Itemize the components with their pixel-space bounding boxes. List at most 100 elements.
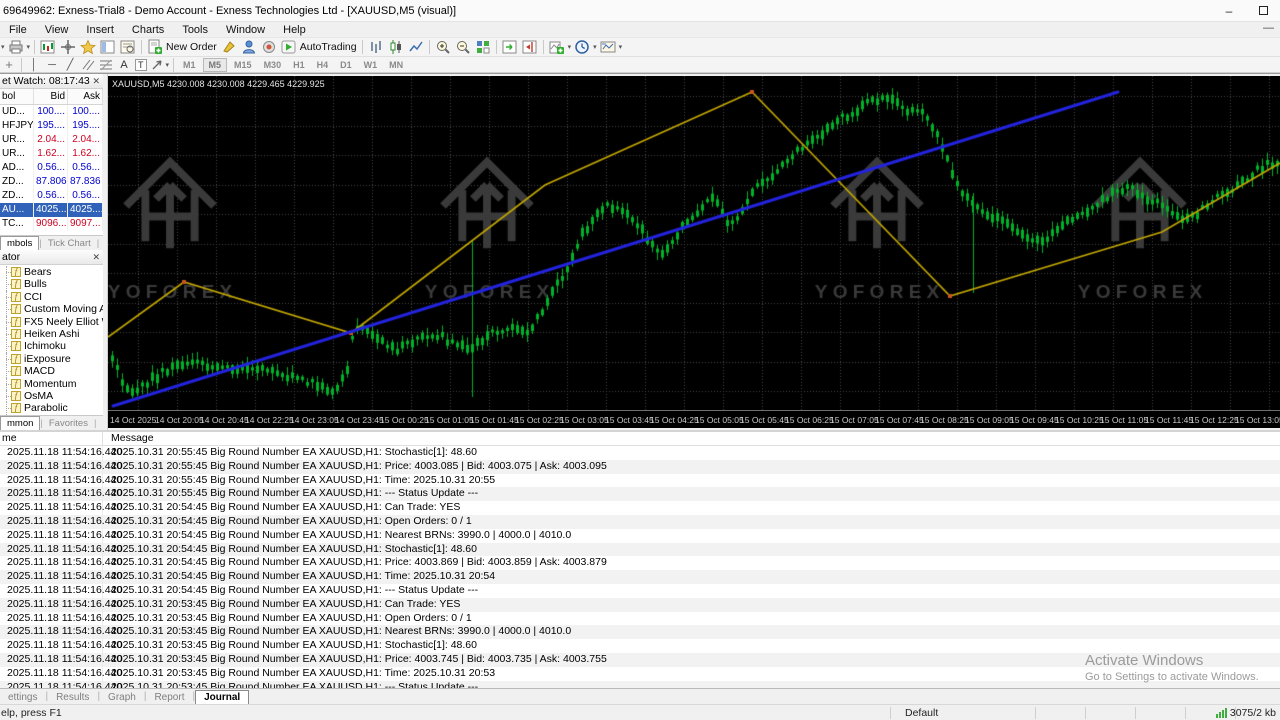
autotrading-button[interactable]: AutoTrading [279, 39, 359, 56]
tile-windows-button[interactable] [473, 39, 493, 56]
close-icon[interactable]: ✕ [92, 76, 100, 87]
journal-row[interactable]: 2025.11.18 11:54:16.440 2025.10.31 20:54:… [0, 528, 1280, 543]
crosshair-move-button[interactable] [58, 39, 78, 56]
periods-button[interactable] [572, 39, 592, 56]
journal-row[interactable]: 2025.11.18 11:54:16.440 2025.10.31 20:55:… [0, 473, 1280, 488]
status-profile[interactable]: Default [905, 707, 938, 719]
timeframe-m5[interactable]: M5 [202, 57, 228, 72]
journal-row[interactable]: 2025.11.18 11:54:16.440 2025.10.31 20:55:… [0, 446, 1280, 460]
journal-row[interactable]: 2025.11.18 11:54:16.440 2025.10.31 20:53:… [0, 611, 1280, 626]
community-button[interactable] [239, 39, 259, 56]
market-watch-row[interactable]: AD... 0.56... 0.56... [0, 161, 103, 175]
print-button[interactable] [6, 39, 26, 56]
journal-row[interactable]: 2025.11.18 11:54:16.440 2025.10.31 20:54:… [0, 583, 1280, 598]
journal-row[interactable]: 2025.11.18 11:54:16.440 2025.10.31 20:53:… [0, 680, 1280, 688]
tester-tab-journal[interactable]: Journal [195, 690, 250, 704]
journal-row[interactable]: 2025.11.18 11:54:16.440 2025.10.31 20:54:… [0, 542, 1280, 557]
navigator-item-bears[interactable]: f Bears [0, 266, 103, 279]
timeframe-w1[interactable]: W1 [359, 59, 383, 71]
market-watch-row[interactable]: HFJPY 195.... 195.... [0, 119, 103, 133]
journal-column-message[interactable]: Message [103, 432, 154, 445]
journal-row[interactable]: 2025.11.18 11:54:16.440 2025.10.31 20:53:… [0, 597, 1280, 612]
navigator-item-heiken-ashi[interactable]: f Heiken Ashi [0, 327, 103, 341]
close-icon[interactable]: ✕ [92, 252, 100, 263]
indicators-button[interactable] [547, 39, 567, 56]
market-watch-tab[interactable]: mbols [0, 236, 40, 250]
templates-button[interactable] [598, 39, 618, 56]
menu-file[interactable]: File [0, 24, 36, 36]
new-chart-button[interactable] [38, 39, 58, 56]
tester-tab-ettings[interactable]: ettings [0, 691, 45, 704]
journal-row[interactable]: 2025.11.18 11:54:16.440 2025.10.31 20:53:… [0, 666, 1280, 681]
arrows-button[interactable] [149, 56, 165, 73]
chevron-down-icon[interactable]: ▾ [1, 43, 5, 51]
styler-button[interactable] [219, 39, 239, 56]
vertical-line-button[interactable]: │ [25, 56, 43, 73]
navigator-tab[interactable]: mmon [0, 416, 41, 430]
data-window-button[interactable] [118, 39, 138, 56]
timeframe-m15[interactable]: M15 [229, 59, 257, 71]
column-header-bid[interactable]: Bid [34, 89, 68, 104]
navigator-item-fx5-neely-elliot-w[interactable]: f FX5 Neely Elliot W [0, 315, 103, 328]
tester-tab-results[interactable]: Results [48, 691, 97, 704]
menu-charts[interactable]: Charts [123, 24, 173, 36]
column-header-symbol[interactable]: bol [0, 89, 34, 104]
chart-shift-button[interactable] [520, 39, 540, 56]
line-chart-button[interactable] [406, 39, 426, 56]
market-watch-row[interactable]: TC... 9096... 9097... [0, 217, 103, 231]
chart-canvas[interactable] [108, 76, 1280, 410]
market-watch-toggle-button[interactable] [98, 39, 118, 56]
minimize-button[interactable]: – [1212, 0, 1246, 21]
journal-row[interactable]: 2025.11.18 11:54:16.440 2025.10.31 20:54:… [0, 501, 1280, 515]
journal-row[interactable]: 2025.11.18 11:54:16.440 2025.10.31 20:53:… [0, 625, 1280, 640]
menu-tools[interactable]: Tools [173, 24, 217, 36]
menu-window[interactable]: Window [217, 24, 274, 36]
child-minimize-icon[interactable]: — [1263, 22, 1274, 34]
journal-row[interactable]: 2025.11.18 11:54:16.440 2025.10.31 20:53:… [0, 639, 1280, 653]
fibonacci-button[interactable] [97, 56, 115, 73]
zoom-out-button[interactable] [453, 39, 473, 56]
journal-row[interactable]: 2025.11.18 11:54:16.440 2025.10.31 20:54:… [0, 514, 1280, 529]
chevron-down-icon[interactable]: ▾ [166, 61, 170, 69]
journal-row[interactable]: 2025.11.18 11:54:16.440 2025.10.31 20:55:… [0, 487, 1280, 502]
journal-row[interactable]: 2025.11.18 11:54:16.440 2025.10.31 20:54:… [0, 570, 1280, 584]
navigator-tab[interactable]: Favorites [43, 417, 94, 430]
navigator-item-osma[interactable]: f OsMA [0, 389, 103, 403]
navigator-item-iexposure[interactable]: f iExposure [0, 352, 103, 366]
zoom-in-button[interactable] [433, 39, 453, 56]
search-button[interactable] [259, 39, 279, 56]
journal-row[interactable]: 2025.11.18 11:54:16.440 2025.10.31 20:53:… [0, 652, 1280, 667]
navigator-item-custom-moving-a[interactable]: f Custom Moving A [0, 303, 103, 316]
candlestick-chart-button[interactable] [386, 39, 406, 56]
market-watch-tab[interactable]: Tick Chart [42, 237, 97, 250]
market-watch-row[interactable]: UR... 1.62... 1.62... [0, 147, 103, 161]
menu-help[interactable]: Help [274, 24, 315, 36]
market-watch-row[interactable]: AU... 4025.... 4025.... [0, 203, 103, 217]
journal-row[interactable]: 2025.11.18 11:54:16.440 2025.10.31 20:55:… [0, 459, 1280, 474]
market-watch-row[interactable]: ZD... 87.806 87.836 [0, 175, 103, 189]
channel-button[interactable] [79, 56, 97, 73]
horizontal-line-button[interactable]: ─ [43, 56, 61, 73]
navigator-item-momentum[interactable]: f Momentum [0, 377, 103, 390]
maximize-button[interactable] [1246, 0, 1280, 21]
text-label-button[interactable]: T [133, 56, 149, 73]
chevron-down-icon[interactable]: ▾ [593, 43, 597, 51]
bar-chart-button[interactable] [366, 39, 386, 56]
trendline-button[interactable]: ╱ [61, 56, 79, 73]
journal-row[interactable]: 2025.11.18 11:54:16.440 2025.10.31 20:54:… [0, 556, 1280, 571]
chevron-down-icon[interactable]: ▾ [619, 43, 623, 51]
text-button[interactable]: A [115, 56, 133, 73]
tester-tab-report[interactable]: Report [146, 691, 192, 704]
menu-insert[interactable]: Insert [77, 24, 123, 36]
navigator-item-ichimoku[interactable]: f Ichimoku [0, 340, 103, 353]
market-watch-row[interactable]: UD... 100.... 100.... [0, 105, 103, 119]
column-header-ask[interactable]: Ask [68, 89, 103, 104]
chevron-down-icon[interactable]: ▾ [568, 43, 572, 51]
timeframe-h4[interactable]: H4 [312, 59, 334, 71]
new-order-button[interactable]: New Order [145, 39, 219, 56]
timeframe-h1[interactable]: H1 [288, 59, 310, 71]
navigator-item-bulls[interactable]: f Bulls [0, 278, 103, 291]
favorites-button[interactable] [78, 39, 98, 56]
timeframe-m30[interactable]: M30 [259, 59, 287, 71]
market-watch-row[interactable]: UR... 2.04... 2.04... [0, 133, 103, 147]
